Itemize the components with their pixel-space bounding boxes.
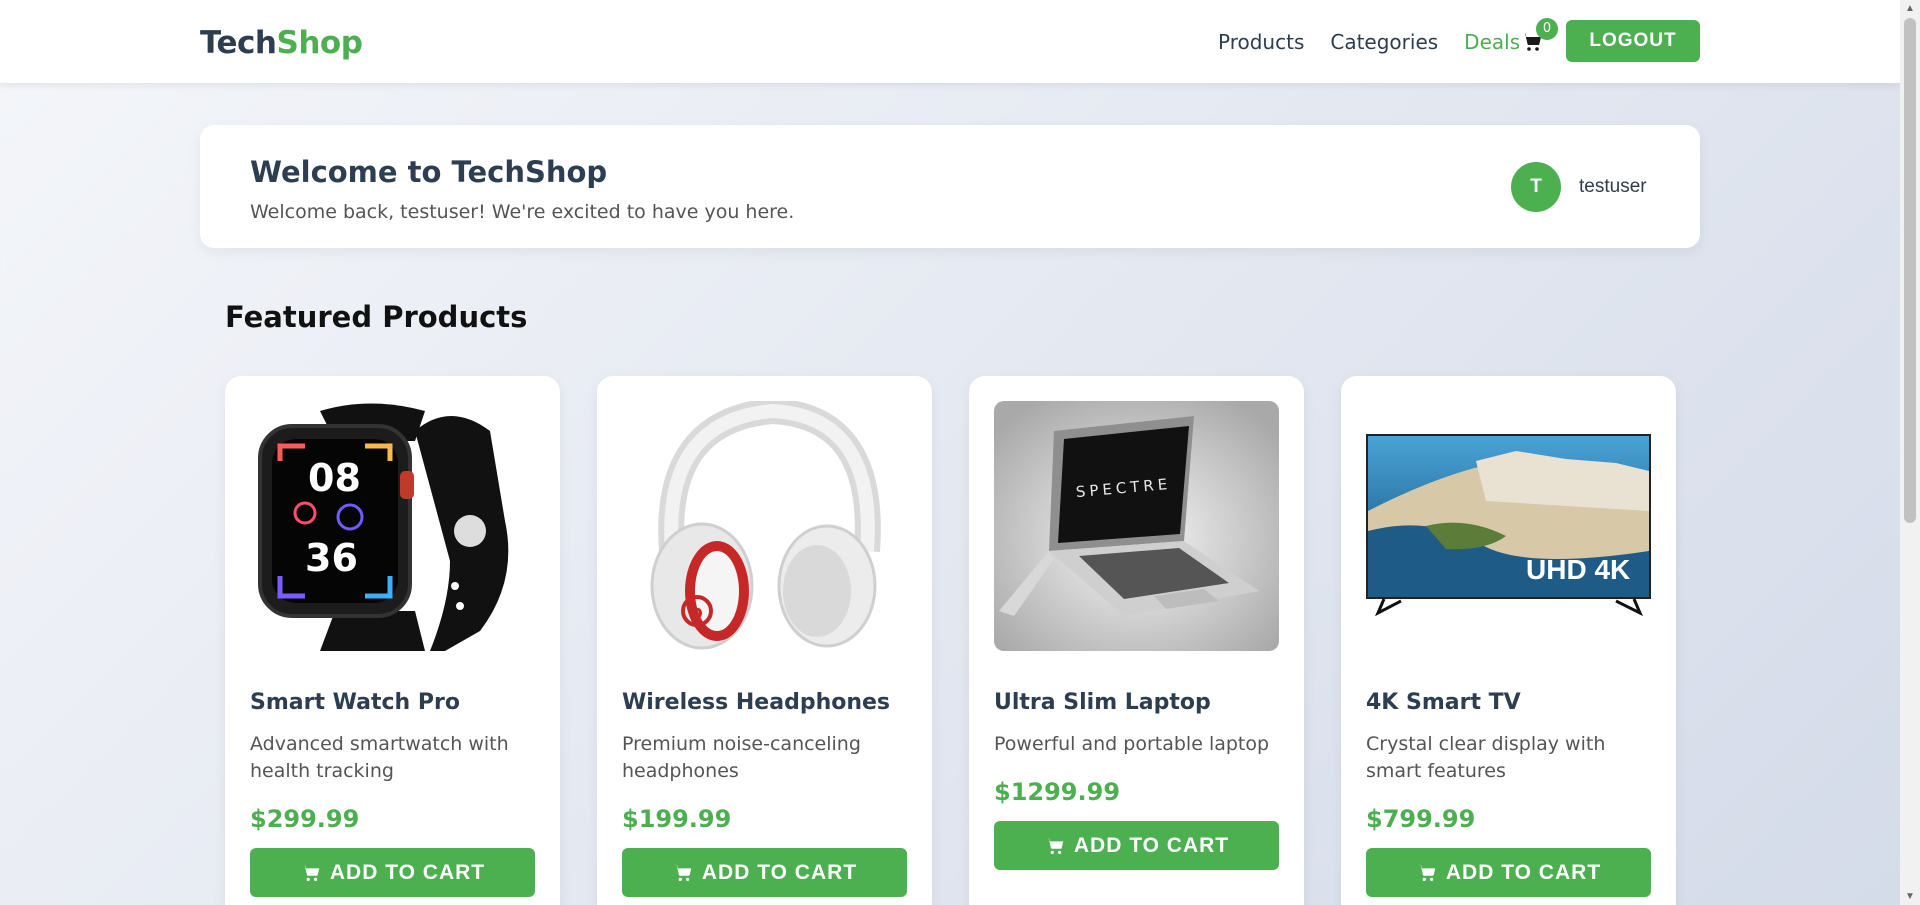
nav-links: Products Categories Deals xyxy=(1218,30,1520,54)
shopping-cart-icon xyxy=(301,864,320,881)
product-description: Advanced smartwatch with health tracking xyxy=(250,733,509,782)
scrollbar-thumb[interactable] xyxy=(1904,18,1916,523)
add-to-cart-label: ADD TO CART xyxy=(1073,833,1230,857)
product-price: $199.99 xyxy=(622,805,732,833)
nav-link-categories[interactable]: Categories xyxy=(1330,30,1438,54)
navbar: TechShop Products Categories Deals 0 LOG… xyxy=(0,0,1900,83)
svg-text:36: 36 xyxy=(305,536,358,580)
shopping-cart-icon xyxy=(673,864,692,881)
add-to-cart-button[interactable]: ADD TO CART xyxy=(994,821,1279,870)
product-description: Premium noise-canceling headphones xyxy=(622,733,861,782)
cart-count-badge: 0 xyxy=(1536,18,1558,40)
svg-text:b: b xyxy=(690,602,703,623)
product-card: UHD 4K 4K Smart TV Crystal clear display… xyxy=(1341,376,1676,905)
cart-button[interactable]: 0 xyxy=(1520,18,1558,56)
product-card: SPECTRE Ultra Slim Laptop Powerful and p… xyxy=(969,376,1304,905)
logout-button[interactable]: LOGOUT xyxy=(1566,20,1700,62)
svg-text:08: 08 xyxy=(308,456,361,500)
nav-link-deals[interactable]: Deals xyxy=(1464,30,1520,54)
add-to-cart-label: ADD TO CART xyxy=(329,860,486,884)
scroll-up-arrow-icon[interactable]: ▲ xyxy=(1900,0,1920,17)
add-to-cart-label: ADD TO CART xyxy=(701,860,858,884)
username[interactable]: testuser xyxy=(1579,176,1647,198)
product-name[interactable]: Smart Watch Pro xyxy=(250,690,460,715)
shopping-cart-icon xyxy=(1417,864,1436,881)
product-image-smartwatch[interactable]: 08 36 xyxy=(250,401,535,651)
product-description: Powerful and portable laptop xyxy=(994,733,1270,755)
logo-text-accent: Shop xyxy=(276,25,363,61)
product-card: b Wireless Headphones Premium noise-canc… xyxy=(597,376,932,905)
product-card: 08 36 Smart Watch Pro Advanced smartwatc… xyxy=(225,376,560,905)
scroll-down-arrow-icon[interactable]: ▼ xyxy=(1900,888,1920,905)
logo[interactable]: TechShop xyxy=(200,25,363,61)
tv-label-text: UHD 4K xyxy=(1526,554,1630,585)
product-name[interactable]: Wireless Headphones xyxy=(622,690,890,715)
product-price: $1299.99 xyxy=(994,778,1121,806)
product-image-laptop[interactable]: SPECTRE xyxy=(994,401,1279,651)
add-to-cart-button[interactable]: ADD TO CART xyxy=(622,848,907,897)
shopping-cart-icon xyxy=(1045,837,1064,854)
welcome-subtitle: Welcome back, testuser! We're excited to… xyxy=(250,201,795,223)
add-to-cart-button[interactable]: ADD TO CART xyxy=(1366,848,1651,897)
welcome-title: Welcome to TechShop xyxy=(250,155,608,189)
add-to-cart-button[interactable]: ADD TO CART xyxy=(250,848,535,897)
welcome-card: Welcome to TechShop Welcome back, testus… xyxy=(200,125,1700,248)
product-name[interactable]: Ultra Slim Laptop xyxy=(994,690,1211,715)
add-to-cart-label: ADD TO CART xyxy=(1445,860,1602,884)
featured-products-heading: Featured Products xyxy=(225,300,528,334)
product-price: $799.99 xyxy=(1366,805,1476,833)
product-image-tv[interactable]: UHD 4K xyxy=(1366,401,1651,651)
logo-text-primary: Tech xyxy=(200,25,277,61)
nav-link-products[interactable]: Products xyxy=(1218,30,1304,54)
product-description: Crystal clear display with smart feature… xyxy=(1366,733,1606,782)
product-name[interactable]: 4K Smart TV xyxy=(1366,690,1521,715)
avatar[interactable]: T xyxy=(1511,162,1561,212)
product-price: $299.99 xyxy=(250,805,360,833)
product-image-headphones[interactable]: b xyxy=(622,401,907,651)
page-scrollbar[interactable]: ▲ ▼ xyxy=(1900,0,1920,905)
